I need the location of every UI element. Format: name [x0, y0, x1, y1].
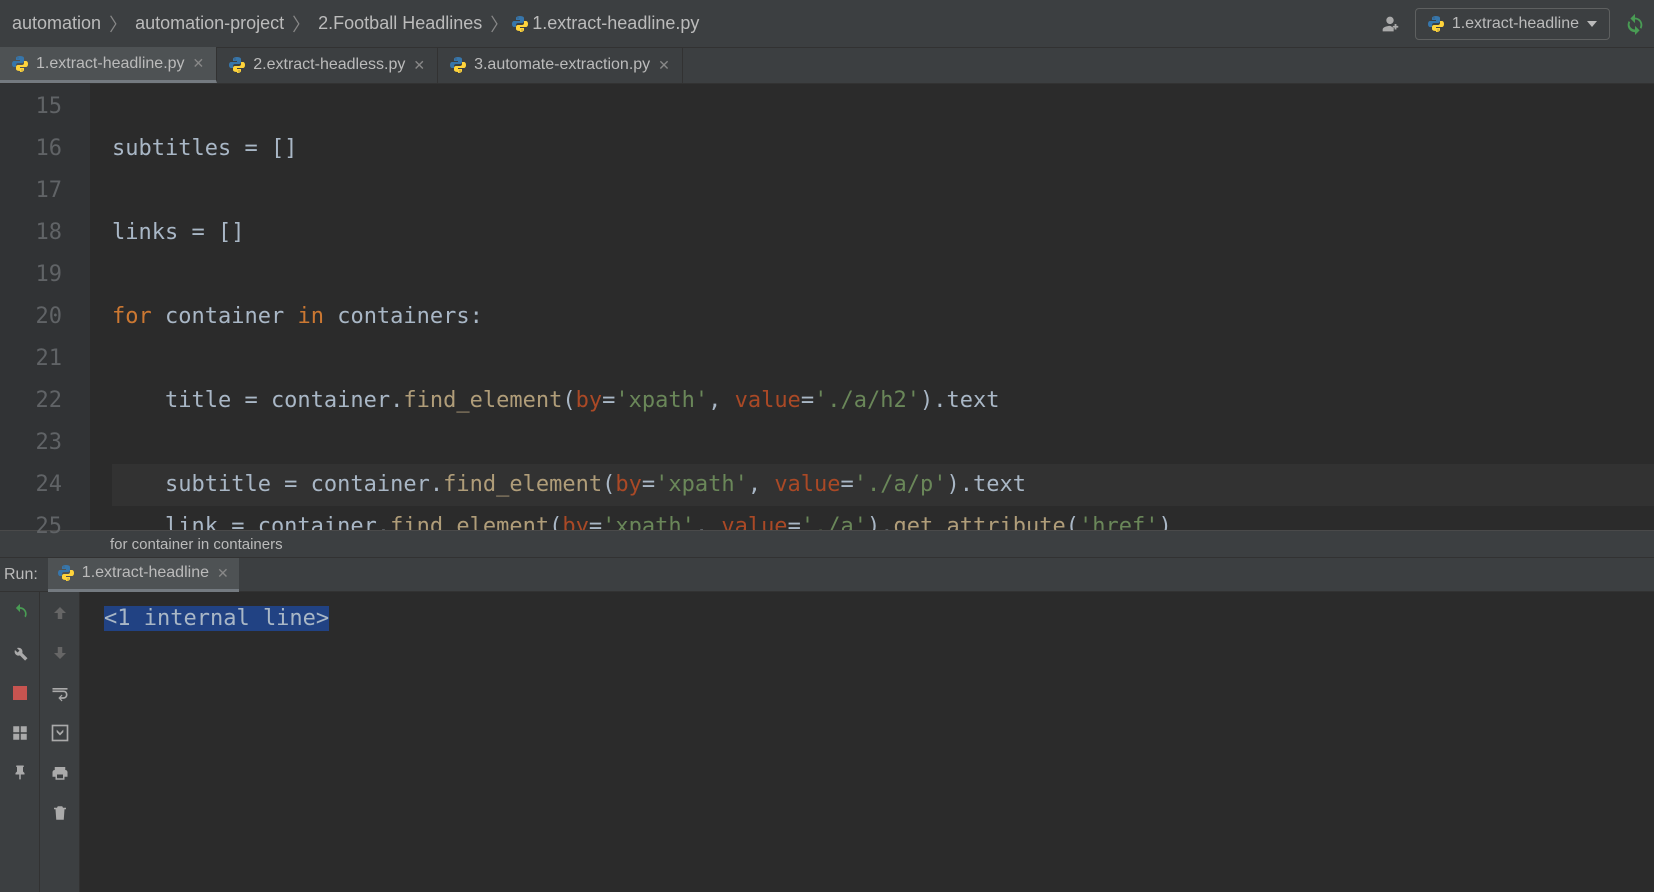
code-line: subtitles = [] — [112, 128, 1654, 170]
line-number: 24 — [0, 464, 62, 506]
close-icon[interactable]: ✕ — [217, 565, 229, 582]
line-number: 23 — [0, 422, 62, 464]
breadcrumb-item[interactable]: automation — [8, 13, 105, 34]
code-line-current: subtitle = container.find_element(by='xp… — [112, 464, 1654, 506]
line-number: 17 — [0, 170, 62, 212]
line-number: 19 — [0, 254, 62, 296]
breadcrumb-item[interactable]: automation-project — [131, 13, 288, 34]
run-tool-window: Run: 1.extract-headline ✕ <1 internal li… — [0, 558, 1654, 892]
python-icon — [450, 57, 466, 73]
code-area[interactable]: subtitles = [] links = [] for container … — [90, 84, 1654, 530]
print-icon[interactable] — [47, 760, 73, 786]
scroll-to-end-icon[interactable] — [47, 720, 73, 746]
breadcrumb-item[interactable]: 2.Football Headlines — [314, 13, 486, 34]
run-config-name: 1.extract-headline — [1452, 15, 1579, 33]
python-icon — [512, 16, 528, 32]
stop-button[interactable] — [7, 680, 33, 706]
context-label: for container in containers — [110, 536, 283, 553]
run-configuration-dropdown[interactable]: 1.extract-headline — [1415, 8, 1610, 40]
wrench-icon[interactable] — [7, 640, 33, 666]
run-tab[interactable]: 1.extract-headline ✕ — [48, 558, 239, 592]
file-tab[interactable]: 2.extract-headless.py ✕ — [217, 47, 438, 83]
close-icon[interactable]: ✕ — [193, 55, 205, 72]
toolbar-right: 1.extract-headline — [1379, 8, 1646, 40]
file-tab[interactable]: 3.automate-extraction.py ✕ — [438, 47, 683, 83]
run-panel-header: Run: 1.extract-headline ✕ — [0, 558, 1654, 592]
line-number: 22 — [0, 380, 62, 422]
breadcrumb: automation 〉 automation-project 〉 2.Foot… — [8, 11, 1379, 37]
trash-icon[interactable] — [47, 800, 73, 826]
rerun-button[interactable] — [7, 600, 33, 626]
line-number: 18 — [0, 212, 62, 254]
run-body: <1 internal line> — [0, 592, 1654, 892]
chevron-right-icon: 〉 — [288, 11, 314, 37]
editor-tabs: 1.extract-headline.py ✕ 2.extract-headle… — [0, 48, 1654, 84]
rerun-icon[interactable] — [1624, 13, 1646, 35]
line-gutter: 15 16 17 18 19 20 21 22 23 24 25 — [0, 84, 90, 530]
main-toolbar: automation 〉 automation-project 〉 2.Foot… — [0, 0, 1654, 48]
chevron-right-icon: 〉 — [486, 11, 512, 37]
python-icon — [229, 57, 245, 73]
run-tab-label: 1.extract-headline — [82, 564, 209, 582]
code-line: for container in containers: — [112, 296, 1654, 338]
console-line: <1 internal line> — [104, 606, 329, 631]
code-editor[interactable]: 15 16 17 18 19 20 21 22 23 24 25 subtitl… — [0, 84, 1654, 530]
code-line: link = container.find_element(by='xpath'… — [112, 506, 1654, 530]
close-icon[interactable]: ✕ — [413, 57, 425, 74]
line-number: 15 — [0, 86, 62, 128]
arrow-down-icon[interactable] — [47, 640, 73, 666]
tab-label: 3.automate-extraction.py — [474, 56, 650, 74]
arrow-up-icon[interactable] — [47, 600, 73, 626]
editor-context-crumb[interactable]: for container in containers — [0, 530, 1654, 558]
tab-label: 2.extract-headless.py — [253, 56, 405, 74]
tab-label: 1.extract-headline.py — [36, 55, 185, 73]
code-line: title = container.find_element(by='xpath… — [112, 380, 1654, 422]
line-number: 21 — [0, 338, 62, 380]
close-icon[interactable]: ✕ — [658, 57, 670, 74]
line-number: 20 — [0, 296, 62, 338]
soft-wrap-icon[interactable] — [47, 680, 73, 706]
python-icon — [1428, 16, 1444, 32]
chevron-right-icon: 〉 — [105, 11, 131, 37]
file-tab[interactable]: 1.extract-headline.py ✕ — [0, 47, 217, 83]
run-tool-column-1 — [0, 592, 40, 892]
line-number: 16 — [0, 128, 62, 170]
python-icon — [12, 56, 28, 72]
code-line: links = [] — [112, 212, 1654, 254]
user-add-icon[interactable] — [1379, 13, 1401, 35]
run-tool-column-2 — [40, 592, 80, 892]
pin-icon[interactable] — [7, 760, 33, 786]
run-label: Run: — [4, 566, 38, 584]
chevron-down-icon — [1587, 21, 1597, 27]
layout-icon[interactable] — [7, 720, 33, 746]
python-icon — [58, 565, 74, 581]
console-output[interactable]: <1 internal line> — [80, 592, 1654, 892]
line-number: 25 — [0, 506, 62, 548]
breadcrumb-item[interactable]: 1.extract-headline.py — [528, 13, 703, 34]
